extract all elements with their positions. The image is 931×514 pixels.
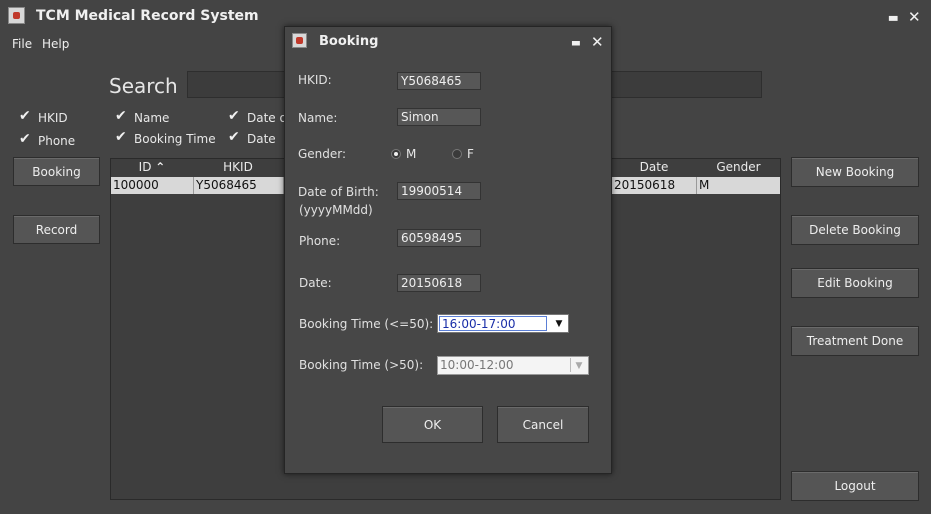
checkmark-icon [115,108,128,124]
checkmark-icon [115,129,128,145]
treatment-done-button[interactable]: Treatment Done [791,326,919,356]
menu-help[interactable]: Help [42,37,69,51]
table-cell-gender: M [699,178,710,192]
record-button[interactable]: Record [13,215,100,244]
gender-label: Gender: [298,147,347,161]
dialog-title: Booking [319,34,379,49]
filter-booking-time-checkbox[interactable]: Booking Time [115,129,216,146]
dialog-close-button[interactable]: ✕ [591,33,604,51]
hkid-field[interactable]: Y5068465 [397,72,481,90]
checkmark-icon [19,131,32,147]
sort-ascending-icon: ⌃ [155,160,166,174]
phone-field[interactable]: 60598495 [397,229,481,247]
checkmark-icon [228,129,241,145]
filter-date-checkbox[interactable]: Date [228,129,276,146]
column-header-id[interactable]: ID ⌃ [111,160,193,176]
booking-time-large-label: Booking Time (>50): [299,358,424,372]
new-booking-button[interactable]: New Booking [791,157,919,187]
dob-field[interactable]: 19900514 [397,182,481,200]
menu-file[interactable]: File [12,37,32,51]
filter-hkid-checkbox[interactable]: HKID [19,108,68,125]
date-label: Date: [299,276,332,290]
column-header-hkid[interactable]: HKID [194,160,282,176]
booking-button[interactable]: Booking [13,157,100,186]
delete-booking-button[interactable]: Delete Booking [791,215,919,245]
table-cell-hkid: Y5068465 [194,177,284,194]
table-cell-date: 20150618 [612,177,697,194]
window-title: TCM Medical Record System [36,8,259,24]
dob-format-hint: (yyyyMMdd) [299,203,373,217]
checkmark-icon [228,108,241,124]
name-field[interactable]: Simon [397,108,481,126]
table-cell-id: 100000 [111,177,194,194]
filter-name-checkbox[interactable]: Name [115,108,169,125]
chevron-down-icon[interactable]: ▼ [550,315,568,332]
booking-time-large-select[interactable]: 10:00-12:00 ▼ [437,356,589,375]
gender-f-radio[interactable]: F [452,147,474,161]
logout-button[interactable]: Logout [791,471,919,501]
column-header-date[interactable]: Date [612,160,696,176]
filter-phone-checkbox[interactable]: Phone [19,131,75,148]
name-label: Name: [298,111,338,125]
gender-m-radio[interactable]: M [391,147,416,161]
dialog-java-icon [292,33,307,48]
phone-label: Phone: [299,234,341,248]
app-java-icon [8,7,25,24]
date-field[interactable]: 20150618 [397,274,481,292]
column-header-gender[interactable]: Gender [697,160,780,176]
dialog-minimize-button[interactable]: ▃ [572,35,580,46]
checkmark-icon [19,108,32,124]
dob-label: Date of Birth: [298,185,379,199]
chevron-down-icon[interactable]: ▼ [570,357,588,374]
cancel-button[interactable]: Cancel [497,406,589,443]
radio-unselected-icon [452,149,462,159]
ok-button[interactable]: OK [382,406,483,443]
radio-selected-icon [391,149,401,159]
search-label: Search [109,74,178,98]
booking-time-small-select[interactable]: 16:00-17:00 ▼ [437,314,569,333]
minimize-button[interactable]: ▃ [889,8,897,21]
filter-dob-checkbox[interactable]: Date of [228,108,291,125]
booking-time-small-label: Booking Time (<=50): [299,317,434,331]
close-button[interactable]: ✕ [908,8,921,26]
edit-booking-button[interactable]: Edit Booking [791,268,919,298]
hkid-label: HKID: [298,73,332,87]
